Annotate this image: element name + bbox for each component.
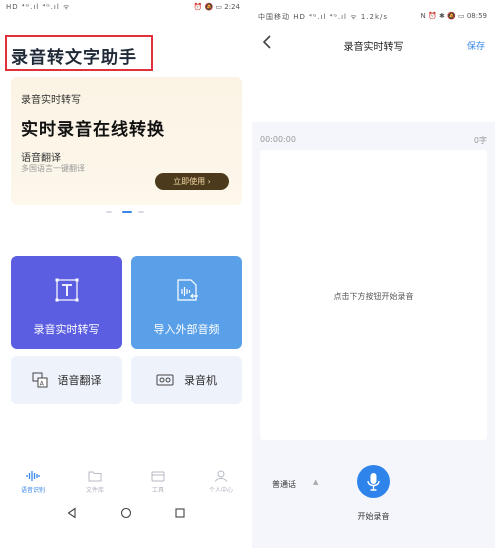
status-left: 中国移动 HD ⁴ᴳ.ıl ⁴ᴳ.ıl ᯤ 1.2k/s: [258, 13, 389, 21]
card-label: 录音机: [184, 374, 217, 387]
page-title: 录音实时转写: [343, 42, 404, 53]
nav-item-tools[interactable]: 工具: [133, 466, 183, 494]
card-label: 导入外部音频: [153, 323, 220, 336]
recorder-icon: [156, 374, 174, 386]
microphone-icon: [367, 473, 380, 491]
transcript-area: 点击下方按钮开始录音: [260, 150, 487, 440]
banner-subtitle: 录音实时转写: [21, 95, 81, 106]
back-triangle-icon[interactable]: [66, 507, 78, 519]
recorder-card[interactable]: 录音机: [131, 356, 242, 404]
carousel-dot: [106, 211, 112, 213]
card-label: 录音实时转写: [33, 323, 100, 336]
nav-label: 语音识别: [20, 487, 45, 494]
start-record-label: 开始录音: [357, 512, 390, 521]
waveform-icon: [26, 471, 40, 481]
banner-feature: 语音翻译: [21, 153, 61, 164]
folder-icon: [88, 471, 102, 482]
banner-headline: 实时录音在线转换: [21, 120, 165, 140]
carousel-dot-active: [122, 211, 132, 213]
person-icon: [215, 470, 227, 482]
system-nav-bar: [0, 503, 248, 525]
recents-square-icon[interactable]: [174, 507, 186, 519]
use-now-button[interactable]: 立即使用 ›: [155, 173, 229, 190]
carousel-dot: [138, 211, 144, 213]
record-hint: 点击下方按钮开始录音: [333, 292, 414, 301]
nav-item-profile[interactable]: 个人中心: [196, 466, 246, 494]
translate-icon: A: [32, 372, 47, 388]
character-count: 0字: [473, 136, 487, 145]
recording-timer: 00:00:00: [260, 135, 296, 144]
nav-item-file-library[interactable]: 文件库: [70, 466, 120, 494]
start-record-button[interactable]: [357, 465, 390, 498]
audio-import-icon: [176, 279, 198, 301]
card-label: 语音翻译: [57, 374, 102, 387]
language-select[interactable]: 普通话: [272, 479, 296, 490]
promo-banner[interactable]: 录音实时转写 实时录音在线转换 语音翻译 多国语言一键翻译 立即使用 ›: [11, 77, 242, 205]
realtime-transcribe-card[interactable]: 录音实时转写: [11, 256, 122, 349]
nav-label: 工具: [151, 487, 164, 494]
banner-description: 多国语言一键翻译: [21, 164, 85, 173]
top-bar: 录音实时转写 保存: [252, 28, 495, 60]
status-right: N ⏰ ✱ 🔕 ▭ 08:59: [420, 12, 487, 20]
status-left: HD ⁴ᴳ.ıl ⁴ᴳ.ıl ᯤ: [6, 3, 71, 11]
status-bar: 中国移动 HD ⁴ᴳ.ıl ⁴ᴳ.ıl ᯤ 1.2k/s N ⏰ ✱ 🔕 ▭ 0…: [252, 0, 495, 28]
home-screen: HD ⁴ᴳ.ıl ⁴ᴳ.ıl ᯤ ⏰ 🔕 ▭ 2:24 录音转文字助手 录音实时…: [0, 0, 248, 548]
caret-up-icon[interactable]: ▲: [313, 478, 318, 486]
realtime-transcribe-screen: 中国移动 HD ⁴ᴳ.ıl ⁴ᴳ.ıl ᯤ 1.2k/s N ⏰ ✱ 🔕 ▭ 0…: [252, 0, 495, 548]
save-button[interactable]: 保存: [467, 39, 485, 52]
nav-item-speech-recognition[interactable]: 语音识别: [8, 466, 58, 494]
toolbox-icon: [151, 471, 165, 482]
header-blank-area: [252, 60, 495, 122]
home-circle-icon[interactable]: [120, 507, 132, 519]
app-title: 录音转文字助手: [11, 48, 137, 68]
status-right: ⏰ 🔕 ▭ 2:24: [193, 3, 240, 11]
status-bar: HD ⁴ᴳ.ıl ⁴ᴳ.ıl ᯤ ⏰ 🔕 ▭ 2:24: [0, 0, 248, 14]
bottom-nav: 语音识别 文件库 工具 个人中心: [0, 466, 248, 500]
import-audio-card[interactable]: 导入外部音频: [131, 256, 242, 349]
nav-label: 个人中心: [208, 487, 233, 494]
voice-translate-card[interactable]: A 语音翻译: [11, 356, 122, 404]
nav-label: 文件库: [85, 487, 104, 494]
text-frame-icon: [55, 278, 78, 302]
